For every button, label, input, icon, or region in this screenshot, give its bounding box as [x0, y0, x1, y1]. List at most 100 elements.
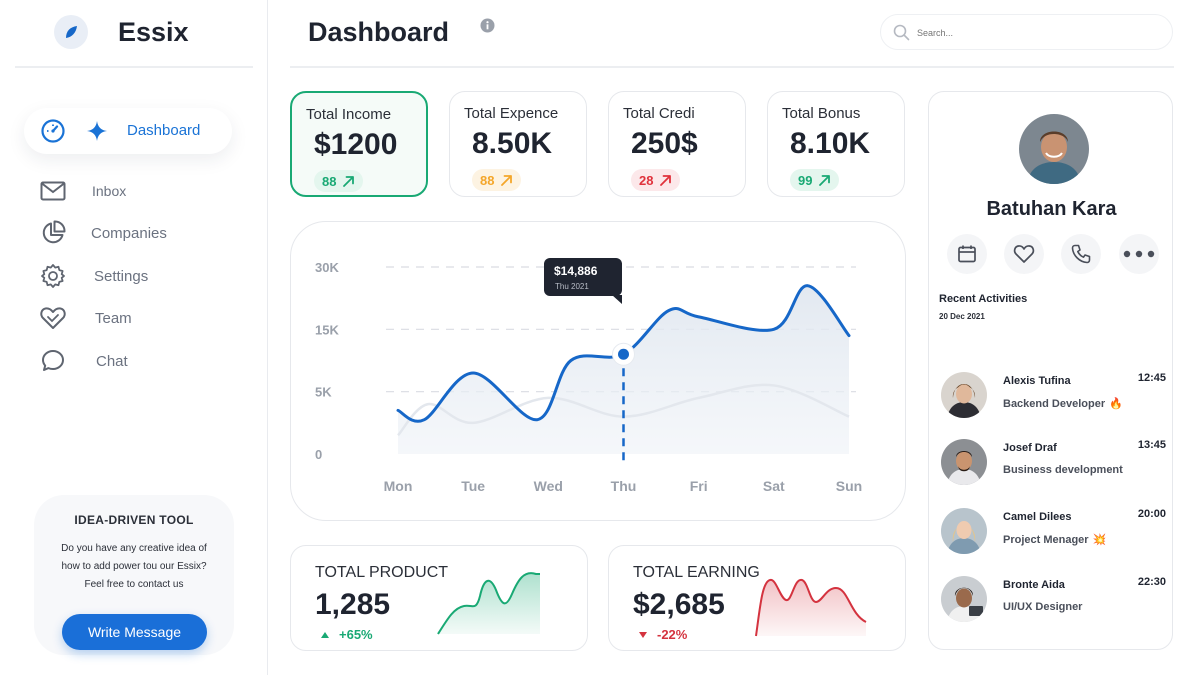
sidebar-item-team[interactable]: Team — [38, 303, 132, 333]
brand[interactable]: Essix — [54, 15, 189, 49]
sidebar-item-inbox[interactable]: Inbox — [38, 176, 126, 206]
activity-row[interactable]: Camel Dilees Project Menager 💥 20:00 — [941, 508, 1166, 558]
activity-row[interactable]: Alexis Tufina Backend Developer 🔥 12:45 — [941, 372, 1166, 422]
activity-role: Backend Developer 🔥 — [1003, 397, 1123, 411]
total-earning-card[interactable]: TOTAL EARNING $2,685 -22% — [608, 545, 906, 651]
change-indicator: +65% — [321, 627, 373, 642]
leaf-icon — [54, 15, 88, 49]
avatar — [941, 576, 987, 622]
sidebar-item-settings[interactable]: Settings — [38, 261, 148, 291]
stat-badge: 88 — [314, 170, 364, 192]
stat-value: 250$ — [631, 127, 698, 160]
fire-icon: 🔥 — [1109, 398, 1123, 410]
arrow-up-right-icon — [343, 175, 355, 187]
search-bar[interactable] — [880, 14, 1173, 50]
calendar-icon — [958, 245, 976, 263]
recent-activities-title: Recent Activities — [939, 293, 1028, 305]
promo-text: Do you have any creative idea of how to … — [61, 543, 207, 590]
favorite-button[interactable] — [1004, 234, 1044, 274]
activity-time: 13:45 — [1137, 439, 1166, 451]
badge-value: 99 — [798, 172, 813, 188]
x-tick-label: Tue — [461, 478, 485, 494]
stat-card-total-income[interactable]: Total Income $1200 88 — [290, 91, 428, 197]
stat-card-total-expence[interactable]: Total Expence 8.50K 88 — [449, 91, 587, 197]
x-tick-label: Thu — [611, 478, 637, 494]
stat-title: Total Credi — [623, 105, 695, 122]
stat-value: 8.50K — [472, 127, 553, 160]
stat-title: Total Expence — [464, 105, 559, 122]
role-text: UI/UX Designer — [1003, 601, 1083, 613]
sidebar: Essix Dashboard Inbox Companies Settings… — [0, 0, 268, 675]
sidebar-item-companies[interactable]: Companies — [38, 218, 167, 248]
y-tick-label: 30K — [315, 260, 339, 275]
promo-title: IDEA-DRIVEN TOOL — [74, 513, 194, 527]
divider — [15, 66, 253, 68]
y-tick-label: 0 — [315, 447, 322, 462]
y-tick-label: 5K — [315, 385, 332, 400]
more-icon — [1123, 250, 1155, 258]
weekly-chart-card: 30K 15K 5K 0 Mon Tue Wed Thu Fri Sat Sun $14,886 T… — [290, 221, 906, 521]
mail-icon — [38, 176, 68, 206]
speedometer-icon — [40, 118, 66, 149]
stat-card-total-bonus[interactable]: Total Bonus 8.10K 99 — [767, 91, 905, 197]
activity-name: Josef Draf — [1003, 442, 1057, 454]
avatar[interactable] — [1019, 114, 1089, 184]
role-text: Business development — [1003, 464, 1123, 476]
caret-down-icon — [639, 631, 647, 638]
more-button[interactable] — [1119, 234, 1159, 274]
sidebar-item-chat[interactable]: Chat — [38, 346, 128, 376]
total-product-card[interactable]: TOTAL PRODUCT 1,285 +65% — [290, 545, 588, 651]
card-value: $2,685 — [633, 588, 725, 621]
caret-up-icon — [321, 631, 329, 638]
x-tick-label: Mon — [384, 478, 413, 494]
chat-bubble-icon — [38, 346, 68, 376]
change-indicator: -22% — [639, 627, 687, 642]
y-tick-label: 15K — [315, 322, 339, 337]
info-icon[interactable] — [480, 18, 495, 38]
activity-row[interactable]: Josef Draf Business development 13:45 — [941, 439, 1166, 489]
stat-badge: 28 — [631, 169, 681, 191]
stat-card-total-credi[interactable]: Total Credi 250$ 28 — [608, 91, 746, 197]
activity-role: Project Menager 💥 — [1003, 533, 1107, 547]
sparkle-icon — [86, 120, 108, 147]
explosion-icon: 💥 — [1092, 534, 1107, 546]
sidebar-item-dashboard[interactable]: Dashboard — [24, 108, 232, 154]
search-input[interactable] — [917, 24, 1157, 42]
badge-value: 28 — [639, 172, 654, 188]
call-button[interactable] — [1061, 234, 1101, 274]
earning-sparkline — [755, 578, 867, 637]
x-tick-label: Wed — [534, 478, 563, 494]
card-title: TOTAL PRODUCT — [315, 564, 449, 581]
arrow-up-right-icon — [501, 174, 513, 186]
activity-time: 20:00 — [1137, 508, 1166, 520]
heart-icon — [1013, 245, 1035, 263]
avatar — [941, 508, 987, 554]
stat-badge: 99 — [790, 169, 840, 191]
product-sparkline — [437, 572, 540, 635]
stat-value: $1200 — [314, 128, 398, 161]
x-tick-label: Fri — [690, 478, 708, 494]
activity-time: 12:45 — [1137, 372, 1166, 384]
chart-tooltip: $14,886 Thu 2021 — [544, 258, 622, 304]
activity-name: Camel Dilees — [1003, 511, 1072, 523]
recent-activities-date: 20 Dec 2021 — [939, 312, 985, 321]
activity-row[interactable]: Bronte Aida UI/UX Designer 22:30 — [941, 576, 1166, 626]
write-message-button[interactable]: Write Message — [62, 614, 207, 650]
search-icon — [893, 24, 910, 46]
dashboard-app: Essix Dashboard Inbox Companies Settings… — [0, 0, 1200, 675]
calendar-button[interactable] — [947, 234, 987, 274]
pie-chart-icon — [38, 218, 68, 248]
activity-time: 22:30 — [1137, 576, 1166, 588]
sidebar-item-label: Settings — [94, 267, 149, 285]
page-title: Dashboard — [308, 17, 450, 47]
phone-icon — [1071, 244, 1091, 264]
activity-name: Alexis Tufina — [1003, 375, 1071, 387]
badge-value: 88 — [322, 173, 337, 189]
tooltip-tail — [612, 295, 622, 304]
card-value: 1,285 — [315, 588, 391, 621]
profile-name: Batuhan Kara — [986, 198, 1117, 220]
profile-panel: Batuhan Kara Recent Activities 20 Dec 20… — [928, 91, 1173, 650]
sidebar-item-label: Inbox — [92, 183, 127, 199]
badge-value: 88 — [480, 172, 495, 188]
stat-title: Total Income — [306, 106, 392, 123]
